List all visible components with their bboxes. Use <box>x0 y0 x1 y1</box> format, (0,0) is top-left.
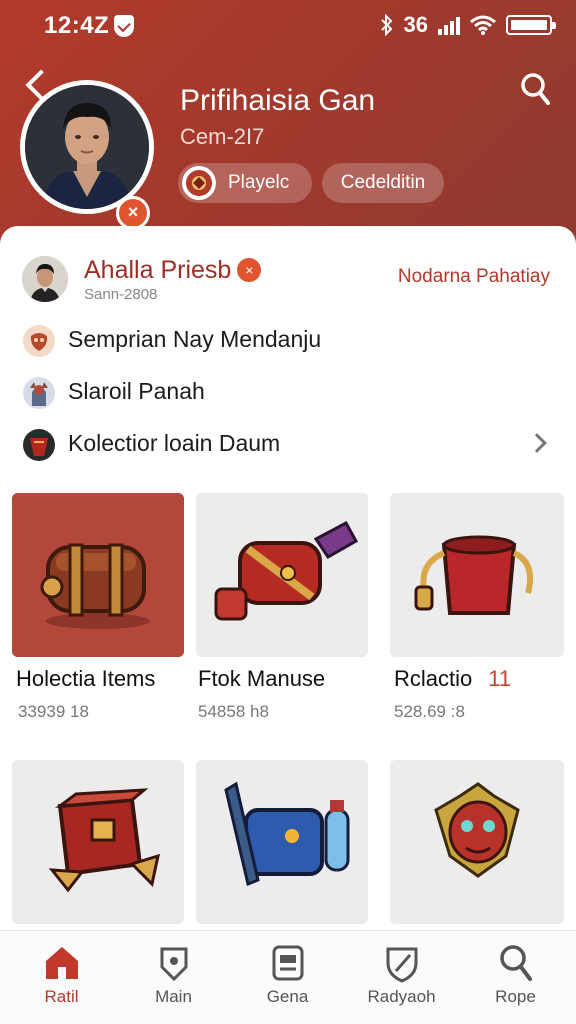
menu-item-3[interactable]: Kolectior loain Daum <box>22 426 556 466</box>
chevron-right-icon[interactable] <box>527 433 547 453</box>
main-card: Ahalla Priesb × Sann-2808 Nodarna Pahatia… <box>0 226 576 1024</box>
wifi-icon <box>470 15 496 35</box>
avatar <box>22 256 68 302</box>
collection-icon <box>22 428 56 462</box>
nav-item-radyaoh[interactable]: Radyaoh <box>344 931 459 1024</box>
network-label: 36 <box>403 12 428 37</box>
menu-label: Slaroil Panah <box>68 378 205 404</box>
menu-label: Semprian Nay Mendanju <box>68 326 322 352</box>
close-icon[interactable]: × <box>116 196 150 230</box>
menu-item-1[interactable]: Semprian Nay Mendanju <box>22 322 556 362</box>
player-pill-button[interactable]: Playelc <box>178 163 312 203</box>
pill-label: Cedelditin <box>340 172 426 193</box>
item-tile[interactable] <box>12 493 184 657</box>
nav-label: Rope <box>495 987 536 1006</box>
user-link[interactable]: Nodarna Pahatiay <box>398 266 550 288</box>
nav-item-rope[interactable]: Rope <box>458 931 573 1024</box>
shield-icon <box>386 947 418 983</box>
bucket-icon <box>390 493 564 657</box>
nav-item-gena[interactable]: Gena <box>230 931 345 1024</box>
location-icon <box>160 947 188 982</box>
signal-icon <box>438 15 460 35</box>
home-icon <box>46 947 78 979</box>
nav-label: Gena <box>266 987 309 1006</box>
item-name: Rclactio 11 <box>394 666 512 691</box>
item-count: 528.69 :8 <box>394 702 465 721</box>
item-badge: 11 <box>488 666 512 691</box>
item-count: 33939 18 <box>18 702 89 721</box>
battery-icon <box>506 15 556 35</box>
backpack-potion-icon <box>196 760 368 924</box>
item-count: 54858 h8 <box>198 702 269 721</box>
status-icons: 36 <box>380 12 556 38</box>
item-name: Holectia Items <box>16 666 156 691</box>
bottom-nav: Ratil Main Gena Radyaoh Rope <box>0 930 576 1024</box>
pill-label: Playelc <box>228 172 290 193</box>
player-icon <box>182 166 216 200</box>
item-name: Ftok Manuse <box>198 666 326 691</box>
nav-item-home[interactable]: Ratil <box>4 931 119 1024</box>
status-bar: 12:4Z 36 <box>0 6 576 42</box>
profile-subtitle: Cem-2I7 <box>180 124 265 149</box>
collection-pill-button[interactable]: Cedelditin <box>322 163 444 203</box>
bluetooth-icon <box>380 14 392 36</box>
nav-label: Ratil <box>44 987 79 1006</box>
item-tile[interactable] <box>390 760 564 924</box>
item-tile[interactable] <box>12 760 184 924</box>
nav-label: Radyaoh <box>367 987 436 1006</box>
search-icon[interactable] <box>520 72 550 106</box>
hammer-chest-icon <box>196 493 368 657</box>
verified-icon: × <box>237 258 262 282</box>
dragon-icon <box>390 760 564 924</box>
chest-icon <box>12 493 184 657</box>
nav-label: Main <box>155 987 192 1006</box>
profile-name: Prifihaisia Gan <box>180 84 376 117</box>
item-tile[interactable] <box>390 493 564 657</box>
mask-icon <box>22 324 56 358</box>
card-icon <box>272 945 304 981</box>
item-tile[interactable] <box>196 760 368 924</box>
item-tile[interactable] <box>196 493 368 657</box>
menu-item-2[interactable]: Slaroil Panah <box>22 374 556 414</box>
user-subtitle: Sann-2808 <box>84 286 158 303</box>
menu-label: Kolectior loain Daum <box>68 430 281 456</box>
shield-icon <box>114 15 134 37</box>
box-icon <box>12 760 184 924</box>
user-row[interactable]: Ahalla Priesb × Sann-2808 Nodarna Pahatia… <box>22 256 556 306</box>
profile-header: 12:4Z 36 × Prifihaisia Gan Cem-2I7 Playe… <box>0 0 576 260</box>
nav-item-main[interactable]: Main <box>116 931 231 1024</box>
search-icon <box>500 945 532 981</box>
avatar <box>25 85 149 209</box>
warrior-icon <box>22 376 56 410</box>
status-time: 12:4Z <box>44 12 110 39</box>
profile-avatar[interactable] <box>20 80 154 214</box>
user-name: Ahalla Priesb × <box>84 256 262 285</box>
